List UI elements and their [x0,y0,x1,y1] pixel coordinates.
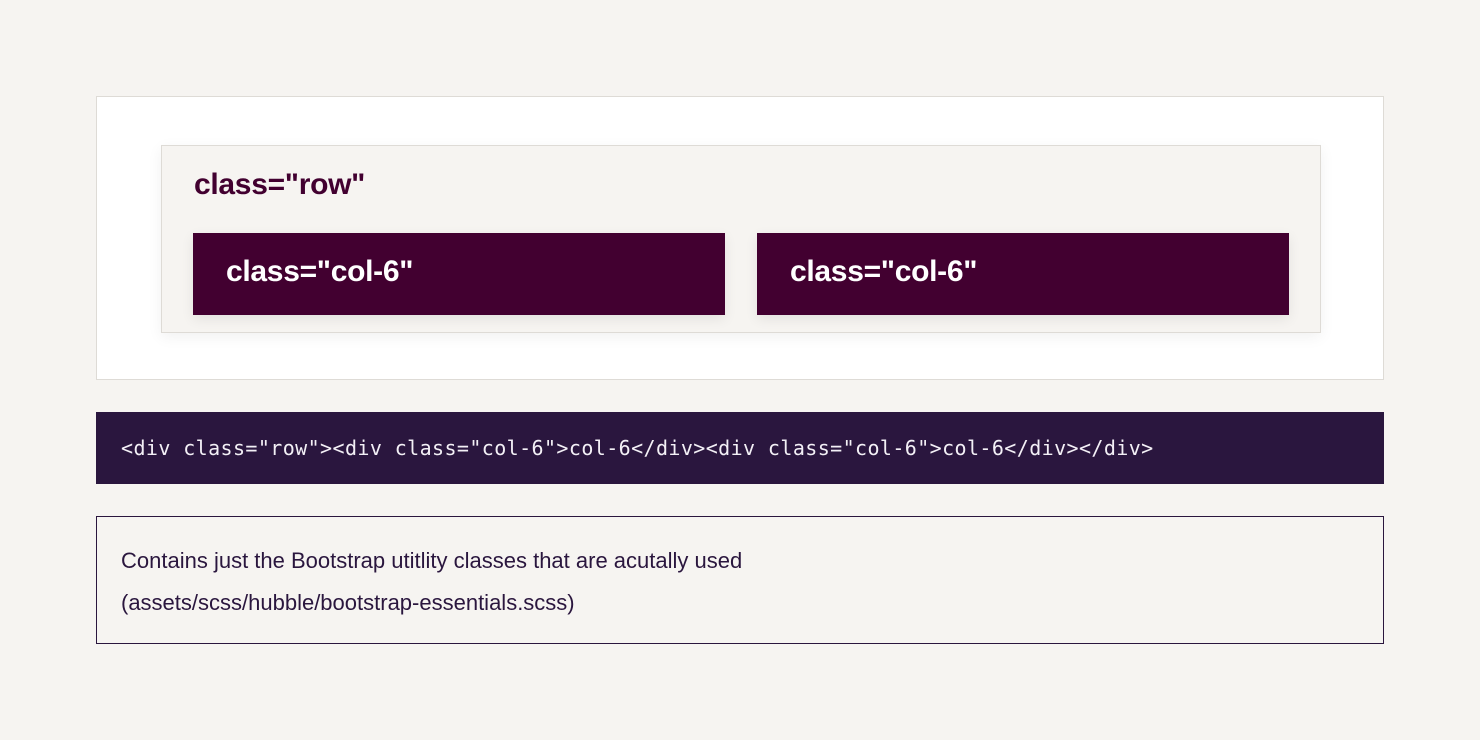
page: { "preview": { "row_label": "class=\"row… [0,0,1480,740]
note-text-line-1: Contains just the Bootstrap utitlity cla… [121,548,743,573]
col-class-label: class="col-6" [790,255,978,288]
row-demo-container: class="row" class="col-6" class="col-6" [161,145,1321,333]
description-note: Contains just the Bootstrap utitlity cla… [96,516,1384,644]
col-6-demo-right: class="col-6" [757,233,1289,315]
col-6-demo-left: class="col-6" [193,233,725,315]
col-class-label: class="col-6" [226,255,414,288]
code-snippet-block: <div class="row"><div class="col-6">col-… [96,412,1384,484]
row-class-label: class="row" [194,168,366,201]
note-file-path: (assets/scss/hubble/bootstrap-essentials… [121,590,575,615]
code-snippet-text[interactable]: <div class="row"><div class="col-6">col-… [121,436,1154,460]
example-preview-card: class="row" class="col-6" class="col-6" [96,96,1384,380]
